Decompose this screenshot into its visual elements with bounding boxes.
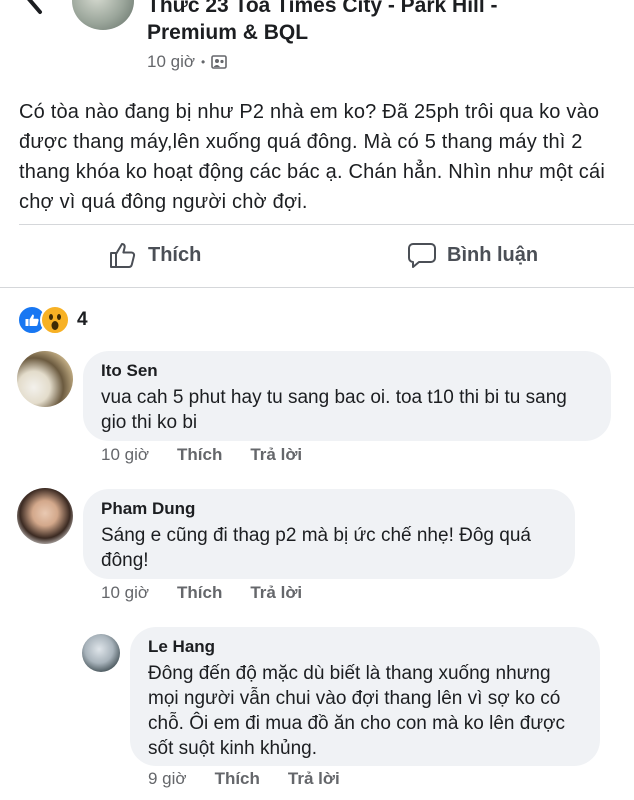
group-privacy-icon <box>211 55 228 69</box>
more-options-icon <box>576 0 620 10</box>
comment-text: Đông đến độ mặc dù biết là thang xuống n… <box>148 663 565 759</box>
comment-like-button[interactable]: Thích <box>215 769 260 789</box>
post-meta: 10 giờ • <box>147 52 228 72</box>
like-button[interactable]: Thích <box>108 240 201 270</box>
commenter-name[interactable]: Ito Sen <box>101 360 593 382</box>
commenter-name[interactable]: Le Hang <box>148 636 582 658</box>
commenter-name[interactable]: Pham Dung <box>101 498 557 520</box>
comment-button[interactable]: Bình luận <box>407 240 538 270</box>
comment-bubble: Pham Dung Sáng e cũng đi thag p2 mà bị ứ… <box>83 489 575 579</box>
like-label: Thích <box>148 243 202 266</box>
thumbs-up-icon <box>110 243 136 268</box>
group-avatar[interactable] <box>72 0 134 30</box>
group-name[interactable]: Thức 23 Toà Times City - Park Hill - Pre… <box>147 0 547 46</box>
comment-reply-button[interactable]: Trả lời <box>288 769 340 789</box>
avatar[interactable] <box>82 634 120 672</box>
comment-like-button[interactable]: Thích <box>177 445 222 465</box>
comment-meta: 10 giờ Thích Trả lời <box>101 445 330 465</box>
comment-meta: 10 giờ Thích Trả lời <box>101 583 330 603</box>
comment-like-button[interactable]: Thích <box>177 583 222 603</box>
comment-reply-button[interactable]: Trả lời <box>250 583 302 603</box>
reaction-count: 4 <box>77 309 88 330</box>
comment-text: vua cah 5 phut hay tu sang bac oi. toa t… <box>101 387 567 433</box>
avatar[interactable] <box>17 488 73 544</box>
post-text: Có tòa nào đang bị như P2 nhà em ko? Đã … <box>19 101 605 213</box>
back-arrow-icon <box>27 0 42 14</box>
comment-time: 9 giờ <box>148 769 187 788</box>
comment-text: Sáng e cũng đi thag p2 mà bị ức chế nhẹ!… <box>101 525 531 571</box>
reactions-summary[interactable]: 4 <box>17 305 88 335</box>
wow-reaction-icon <box>40 305 70 335</box>
comment-label: Bình luận <box>447 243 539 266</box>
comment-meta: 9 giờ Thích Trả lời <box>148 769 368 789</box>
comment-time: 10 giờ <box>101 445 150 464</box>
divider <box>19 224 634 225</box>
post-time[interactable]: 10 giờ <box>147 52 195 72</box>
reply-bubble: Le Hang Đông đến độ mặc dù biết là thang… <box>130 627 600 766</box>
back-button[interactable] <box>10 0 50 18</box>
divider <box>0 287 634 288</box>
comment-bubble-icon <box>408 243 436 268</box>
avatar[interactable] <box>17 351 73 407</box>
comment-bubble: Ito Sen vua cah 5 phut hay tu sang bac o… <box>83 351 611 441</box>
meta-separator: • <box>201 55 206 69</box>
comment-time: 10 giờ <box>101 583 150 602</box>
more-options-button[interactable] <box>576 0 620 10</box>
comment-reply-button[interactable]: Trả lời <box>250 445 302 465</box>
